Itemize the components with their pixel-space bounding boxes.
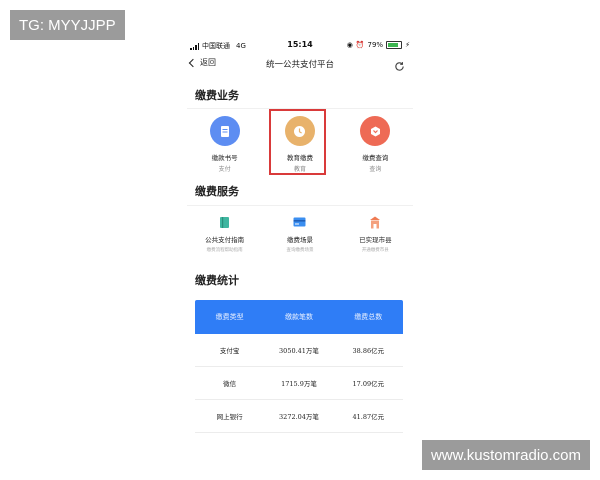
search-record-icon xyxy=(370,126,380,136)
header-total: 缴费总数 xyxy=(354,313,383,321)
service-item-guide[interactable]: 公共支付指南 缴费流程帮助指南 xyxy=(187,206,262,264)
section-title-service: 缴费服务 xyxy=(195,185,239,198)
stats-table: 缴费类型 缴款笔数 缴费总数 支付宝 3050.41万笔 38.86亿元 微信 … xyxy=(195,300,403,433)
book-icon xyxy=(220,216,230,228)
nav-bar: 返回 统一公共支付平台 xyxy=(187,55,413,73)
table-row: 支付宝 3050.41万笔 38.86亿元 xyxy=(195,334,403,367)
table-row: 微信 1715.9万笔 17.09亿元 xyxy=(195,367,403,400)
refresh-icon xyxy=(395,62,404,71)
phone-screen: 中国联通 4G 15:14 ◉ ⏰ 79% ⚡ 返回 统一公共支付平台 缴费业务 xyxy=(187,35,413,435)
payment-item-query[interactable]: 缴费查询 查询 xyxy=(338,109,413,179)
battery-icon xyxy=(386,41,403,49)
refresh-button[interactable] xyxy=(394,57,405,76)
card-icon xyxy=(293,217,306,227)
page-title: 统一公共支付平台 xyxy=(265,60,334,70)
table-row: 网上银行 3272.04万笔 41.87亿元 xyxy=(195,400,403,433)
watermark-bottom-right: www.kustomradio.com xyxy=(421,440,590,470)
header-type: 缴费类型 xyxy=(215,313,244,321)
watermark-top-left: TG: MYYJJPP xyxy=(10,10,125,40)
service-item-cities[interactable]: 已实现市县 开通缴费市县 xyxy=(338,206,413,264)
header-count: 缴款笔数 xyxy=(284,313,313,321)
service-grid: 公共支付指南 缴费流程帮助指南 缴费场景 查询缴费场景 已实现市县 开通缴费市县 xyxy=(187,205,413,264)
status-bar: 中国联通 4G 15:14 ◉ ⏰ 79% ⚡ xyxy=(187,35,413,55)
alarm-icon: ⏰ xyxy=(355,41,365,49)
building-icon xyxy=(370,216,381,228)
section-title-payment: 缴费业务 xyxy=(195,89,239,102)
service-item-scene[interactable]: 缴费场景 查询缴费场景 xyxy=(262,206,337,264)
section-title-stats: 缴费统计 xyxy=(195,274,239,287)
charging-icon: ⚡ xyxy=(405,41,410,49)
receipt-icon xyxy=(220,125,229,137)
stats-table-header: 缴费类型 缴款笔数 缴费总数 xyxy=(195,300,403,334)
highlight-box xyxy=(269,109,326,175)
payment-item-notice[interactable]: 缴款书号 支付 xyxy=(187,109,262,179)
battery-percent: 79% xyxy=(367,41,384,49)
location-icon: ◉ xyxy=(346,41,353,49)
